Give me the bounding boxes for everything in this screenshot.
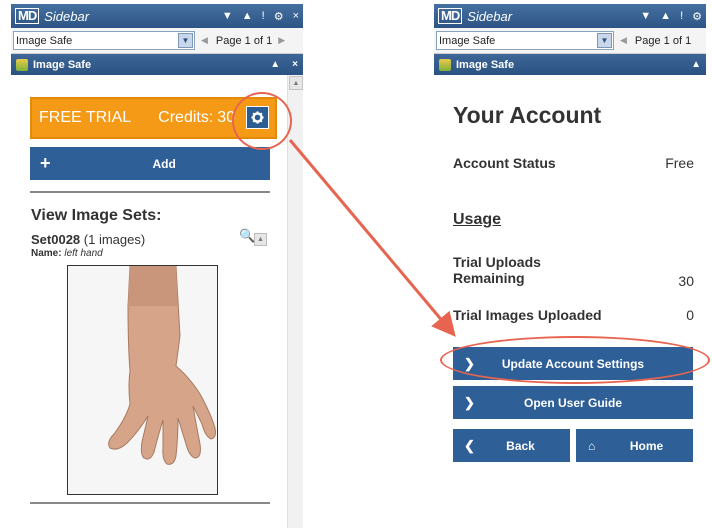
- page-indicator: Page 1 of 1: [215, 34, 273, 47]
- prev-page-icon[interactable]: ◀: [620, 35, 627, 46]
- md-logo: MD: [438, 8, 463, 24]
- trial-uploads-label-line1: Trial Uploads: [453, 254, 541, 270]
- home-label: Home: [629, 438, 664, 453]
- arrow-line: [288, 139, 456, 337]
- app-title: Sidebar: [44, 8, 90, 24]
- usage-heading: Usage: [453, 211, 502, 228]
- home-button[interactable]: ⌂ Home: [576, 429, 693, 462]
- home-icon: ⌂: [588, 438, 596, 453]
- back-button[interactable]: ❮ Back: [453, 429, 570, 462]
- next-page-icon[interactable]: ▶: [278, 35, 285, 46]
- sidebar-panel-left: MD Sidebar ▼ ▲ ! ⚙ × Image Safe ▼ ◀ Page…: [11, 4, 303, 528]
- window-titlebar: MD Sidebar ▼ ▲ ! ⚙: [434, 4, 706, 28]
- trial-images-value: 0: [686, 307, 694, 323]
- image-safe-header: Image Safe ▲: [434, 54, 706, 75]
- collapse-down-icon[interactable]: ▼: [222, 10, 233, 23]
- alert-icon[interactable]: !: [680, 10, 683, 23]
- image-safe-icon: [16, 58, 28, 71]
- trial-uploads-label: Trial Uploads Remaining: [453, 254, 541, 286]
- image-safe-icon: [439, 58, 451, 71]
- collapse-up-icon[interactable]: ▲: [242, 10, 253, 23]
- collapse-up-icon[interactable]: ▲: [660, 10, 671, 23]
- magnifier-icon[interactable]: 🔍: [239, 228, 255, 244]
- image-set-name: Set0028: [31, 232, 81, 247]
- module-dropdown[interactable]: Image Safe ▼: [13, 31, 195, 50]
- module-dropdown-value: Image Safe: [16, 34, 73, 47]
- name-prefix: Name:: [31, 248, 62, 259]
- image-set-name-line: Name: left hand: [31, 248, 103, 259]
- close-icon[interactable]: ×: [292, 59, 298, 70]
- hand-image: [68, 266, 217, 494]
- account-status-label: Account Status: [453, 155, 556, 171]
- alert-icon[interactable]: !: [262, 10, 265, 23]
- module-dropdown-value: Image Safe: [439, 34, 496, 47]
- module-dropdown[interactable]: Image Safe ▼: [436, 31, 614, 50]
- add-button[interactable]: + Add: [30, 147, 270, 180]
- close-icon[interactable]: ×: [293, 10, 299, 23]
- collapse-up-icon[interactable]: ▲: [254, 233, 267, 246]
- collapse-down-icon[interactable]: ▼: [640, 10, 651, 23]
- back-label: Back: [506, 438, 535, 453]
- prev-page-icon[interactable]: ◀: [201, 35, 208, 46]
- scroll-up-icon[interactable]: ▲: [289, 76, 303, 90]
- chevron-down-icon[interactable]: ▼: [178, 33, 193, 48]
- gear-icon[interactable]: ⚙: [692, 10, 702, 23]
- gear-callout-circle: [232, 92, 292, 150]
- collapse-up-icon[interactable]: ▲: [270, 59, 280, 70]
- trial-images-label: Trial Images Uploaded: [453, 307, 602, 323]
- open-user-guide-button[interactable]: ❯ Open User Guide: [453, 386, 693, 419]
- trial-uploads-value: 30: [678, 273, 694, 289]
- image-safe-title: Image Safe: [456, 58, 515, 71]
- account-content: Your Account Account Status Free Usage T…: [434, 75, 706, 528]
- chevron-down-icon[interactable]: ▼: [597, 33, 612, 48]
- gear-icon[interactable]: ⚙: [274, 10, 284, 23]
- collapse-up-icon[interactable]: ▲: [691, 59, 701, 70]
- free-trial-label: FREE TRIAL: [39, 109, 132, 126]
- open-user-guide-label: Open User Guide: [523, 395, 623, 410]
- module-select-bar: Image Safe ▼ ◀ Page 1 of 1 ▶: [11, 28, 303, 54]
- window-titlebar: MD Sidebar ▼ ▲ ! ⚙ ×: [11, 4, 303, 28]
- page-title: Your Account: [453, 102, 602, 128]
- app-title: Sidebar: [467, 8, 513, 24]
- add-button-label: Add: [152, 156, 176, 171]
- update-settings-callout-ellipse: [440, 336, 710, 384]
- image-safe-title: Image Safe: [33, 58, 92, 71]
- credits-label: Credits:: [158, 109, 214, 126]
- page-indicator: Page 1 of 1: [634, 34, 692, 47]
- sidebar-panel-right: MD Sidebar ▼ ▲ ! ⚙ Image Safe ▼ ◀ Page 1…: [434, 4, 706, 528]
- module-select-bar: Image Safe ▼ ◀ Page 1 of 1: [434, 28, 706, 54]
- plus-icon: +: [40, 153, 51, 173]
- image-set-count: (1 images): [83, 232, 146, 247]
- name-value: left hand: [64, 248, 103, 259]
- view-image-sets-heading: View Image Sets:: [31, 207, 162, 224]
- image-safe-header: Image Safe ▲ ×: [11, 54, 303, 75]
- trial-uploads-label-line2: Remaining: [453, 270, 525, 286]
- divider: [30, 191, 270, 193]
- divider: [30, 502, 270, 504]
- account-status-value: Free: [665, 155, 694, 171]
- hand-photo[interactable]: [67, 265, 218, 495]
- md-logo: MD: [15, 8, 40, 24]
- scrollbar[interactable]: ▲: [287, 75, 303, 528]
- image-set-title[interactable]: Set0028 (1 images): [31, 232, 145, 247]
